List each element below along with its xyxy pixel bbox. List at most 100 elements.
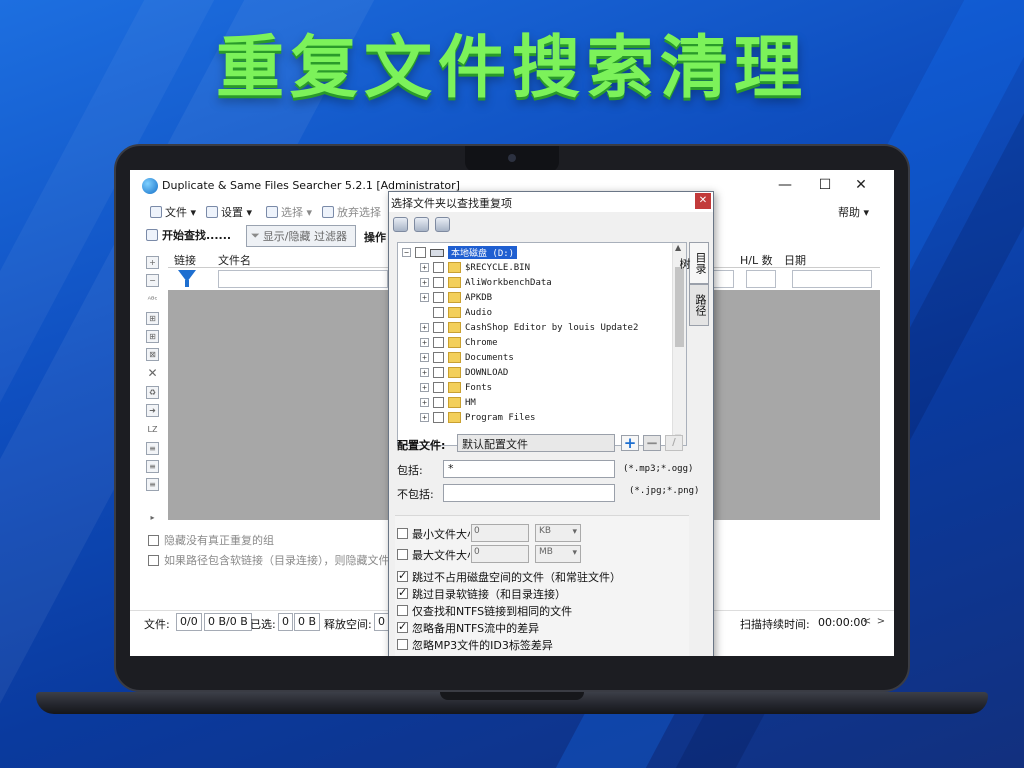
expand-icon[interactable]: + — [420, 413, 429, 422]
maximize-button[interactable]: ☐ — [810, 174, 840, 196]
ungroup-icon[interactable]: ⊠ — [146, 348, 159, 361]
menu-select[interactable]: 选择 ▾ — [266, 204, 312, 220]
skip-dir-links-checkbox[interactable] — [397, 586, 408, 599]
lz-icon[interactable]: LZ — [146, 424, 159, 437]
ignore-ntfs-streams-checkbox[interactable] — [397, 620, 408, 633]
hardlink-icon[interactable]: ≡ — [146, 442, 159, 455]
tree-item[interactable]: + $RECYCLE.BIN — [420, 260, 686, 275]
group-icon[interactable]: ⊞ — [146, 330, 159, 343]
hide-links-option[interactable]: 如果路径包含软链接（目录连接），则隐藏文件 — [148, 552, 390, 568]
expand-icon[interactable]: + — [420, 323, 429, 332]
min-size-input[interactable]: 0 — [471, 524, 529, 542]
menu-file[interactable]: 文件 ▾ — [150, 204, 196, 220]
softlink-icon[interactable]: ≡ — [146, 460, 159, 473]
min-size-option[interactable]: 最小文件大小 — [397, 526, 470, 541]
move-icon[interactable]: ➜ — [146, 404, 159, 417]
tree-item[interactable]: + DOWNLOAD — [420, 365, 686, 380]
tree-item[interactable]: + Program Files — [420, 410, 686, 425]
expand-all-icon[interactable]: + — [146, 256, 159, 269]
column-filename[interactable]: 文件名 — [218, 252, 251, 268]
hide-groups-checkbox[interactable] — [148, 534, 159, 546]
tree-item[interactable]: + APKDB — [420, 290, 686, 305]
tree-item[interactable]: + Documents — [420, 350, 686, 365]
collapse-all-icon[interactable]: − — [146, 274, 159, 287]
exclude-input[interactable] — [443, 484, 615, 502]
tree-item[interactable]: + CashShop Editor by louis Update2 — [420, 320, 686, 335]
skip-no-space-checkbox[interactable] — [397, 569, 408, 582]
tree-checkbox[interactable] — [433, 322, 444, 333]
tree-checkbox[interactable] — [433, 352, 444, 363]
column-link[interactable]: 链接 — [174, 252, 196, 268]
menu-help[interactable]: 帮助 ▾ — [838, 204, 869, 220]
abc-icon[interactable]: ᴬᴮᶜ — [146, 294, 159, 307]
tree-item[interactable]: + HM — [420, 395, 686, 410]
tree-item[interactable]: + AliWorkbenchData — [420, 275, 686, 290]
ignore-mp3-id3-checkbox[interactable] — [397, 639, 408, 650]
add-config-icon[interactable]: + — [621, 435, 639, 451]
tree-checkbox[interactable] — [433, 367, 444, 378]
operations-menu[interactable]: 操作 — [364, 229, 386, 245]
tree-checkbox[interactable] — [433, 382, 444, 393]
scroll-right-icon[interactable]: > — [874, 613, 888, 631]
tree-checkbox[interactable] — [433, 292, 444, 303]
ignore-mp3-id3-option[interactable]: 忽略MP3文件的ID3标签差异 — [397, 637, 553, 652]
expand-icon[interactable]: + — [420, 263, 429, 272]
collapse-icon[interactable]: − — [402, 248, 411, 257]
scrollbar-thumb[interactable] — [675, 267, 684, 347]
drive-icon[interactable] — [435, 217, 450, 232]
expand-icon[interactable]: + — [420, 353, 429, 362]
tree-icon[interactable]: ⊞ — [146, 312, 159, 325]
expand-icon[interactable]: + — [420, 383, 429, 392]
replace-icon[interactable]: ≡ — [146, 478, 159, 491]
max-size-checkbox[interactable] — [397, 549, 408, 560]
dialog-close-button[interactable]: ✕ — [695, 193, 711, 209]
only-ntfs-links-checkbox[interactable] — [397, 605, 408, 616]
start-search-button[interactable]: 开始查找...... — [146, 227, 231, 243]
expand-icon[interactable]: + — [420, 338, 429, 347]
recycle-icon[interactable]: ♻ — [146, 386, 159, 399]
tree-checkbox[interactable] — [433, 337, 444, 348]
tree-checkbox[interactable] — [433, 277, 444, 288]
network-icon[interactable] — [414, 217, 429, 232]
toggle-filter-button[interactable]: ⏷ 显示/隐藏 过滤器 — [246, 225, 356, 247]
tree-checkbox[interactable] — [433, 397, 444, 408]
tree-item[interactable]: + Chrome — [420, 335, 686, 350]
tab-path[interactable]: 路径 — [689, 284, 709, 326]
column-date[interactable]: 日期 — [784, 252, 806, 268]
delete-icon[interactable]: ✕ — [146, 367, 159, 381]
collapse-panel-icon[interactable]: ▸ — [146, 512, 159, 525]
hide-groups-option[interactable]: 隐藏没有真正重复的组 — [148, 532, 274, 548]
minimize-button[interactable]: — — [770, 174, 800, 196]
tree-item[interactable]: + Fonts — [420, 380, 686, 395]
tree-checkbox[interactable] — [415, 247, 426, 258]
menu-settings[interactable]: 设置 ▾ — [206, 204, 252, 220]
date-filter-input[interactable] — [792, 270, 872, 288]
scroll-up-icon[interactable]: ▲ — [675, 243, 681, 252]
include-input[interactable]: * — [443, 460, 615, 478]
computer-icon[interactable] — [393, 217, 408, 232]
ignore-ntfs-streams-option[interactable]: 忽略备用NTFS流中的差异 — [397, 620, 539, 635]
min-size-checkbox[interactable] — [397, 528, 408, 539]
column-hl-count[interactable]: H/L 数 — [740, 252, 773, 268]
tab-dir-tree[interactable]: 目录树 — [678, 242, 709, 284]
config-select[interactable]: 默认配置文件 — [457, 434, 615, 452]
max-size-unit-select[interactable]: MB — [535, 545, 581, 563]
expand-icon[interactable]: + — [420, 278, 429, 287]
hide-links-checkbox[interactable] — [148, 554, 159, 566]
expand-icon[interactable]: + — [420, 293, 429, 302]
scroll-left-icon[interactable]: < — [860, 613, 874, 631]
max-size-option[interactable]: 最大文件大小 — [397, 547, 470, 562]
filename-filter-input[interactable] — [218, 270, 388, 288]
edit-config-icon[interactable]: / — [665, 435, 683, 451]
close-button[interactable]: ✕ — [846, 174, 876, 196]
tree-checkbox[interactable] — [433, 262, 444, 273]
menu-abandon-select[interactable]: 放弃选择 — [322, 204, 381, 220]
min-size-unit-select[interactable]: KB — [535, 524, 581, 542]
tree-checkbox[interactable] — [433, 412, 444, 423]
tree-checkbox[interactable] — [433, 307, 444, 318]
expand-icon[interactable]: + — [420, 368, 429, 377]
skip-no-space-option[interactable]: 跳过不占用磁盘空间的文件（和常驻文件） — [397, 569, 621, 584]
hl-filter-input[interactable] — [746, 270, 776, 288]
max-size-input[interactable]: 0 — [471, 545, 529, 563]
tree-item-root[interactable]: − 本地磁盘 (D:) — [402, 245, 674, 260]
